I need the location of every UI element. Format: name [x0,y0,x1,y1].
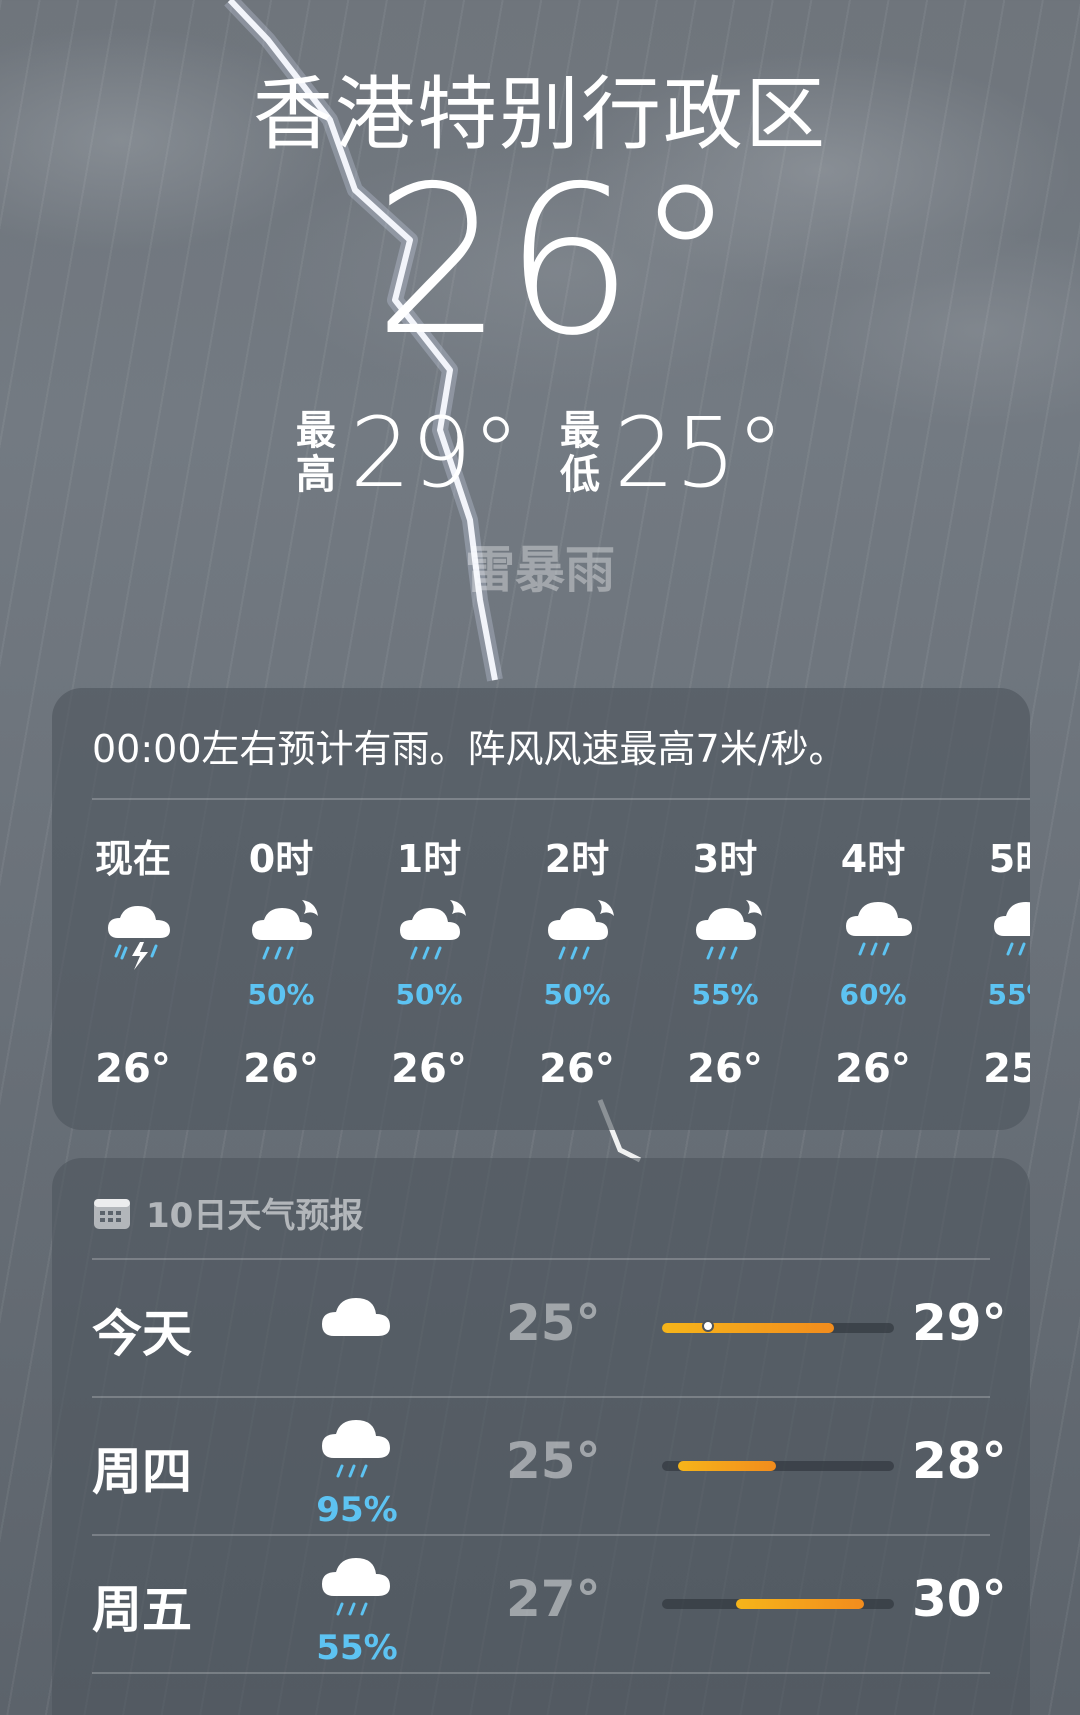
high-label-char-2: 高 [295,452,336,498]
high-temperature: 29° [349,397,520,509]
low-label-char-1: 最 [560,408,600,454]
moon-cloud-rain-icon [696,900,762,960]
hour-label: 3时 [692,837,758,881]
hour-label: 2时 [544,837,610,881]
day-precip-prob: 55% [316,1628,398,1668]
hourly-summary: 00:00左右预计有雨。阵风风速最高7米/秒。 [92,727,847,771]
day-name: 今天 [92,1305,192,1363]
hourly-forecast-card[interactable]: 00:00左右预计有雨。阵风风速最高7米/秒。 现在 26° 0时 50% 26… [52,688,1030,1130]
low-temperature: 25° [614,397,785,509]
hour-label: 4时 [840,837,906,881]
hour-temp: 26° [95,1046,171,1092]
moon-cloud-rain-icon [400,900,466,960]
hour-precip-prob: 50% [395,978,463,1011]
high-label-char-1: 最 [295,408,336,454]
hour-label: 现在 [94,837,171,881]
low-group: 最低 25° [560,405,784,501]
thunderstorm-icon [108,906,170,970]
high-group: 最高 29° [296,405,520,501]
hour-item: 5时 55% 25° [980,828,1030,1128]
moon-cloud-rain-icon [252,900,318,960]
daily-forecast-title: 10日天气预报 [146,1196,364,1236]
hour-temp: 26° [835,1046,911,1092]
cloud-rain-icon [846,902,912,956]
current-temperature: 26° [373,143,737,381]
hour-temp: 25° [983,1046,1030,1092]
hour-precip-prob: 50% [543,978,611,1011]
day-row[interactable]: 周四 95% 25° 28° [92,1398,1007,1536]
day-row[interactable]: 周五 55% 27° 30° [92,1536,1007,1674]
temp-range-fill [736,1599,864,1609]
divider [92,798,1030,800]
low-label: 最低 [560,409,600,497]
temp-range-bar [662,1320,894,1333]
hour-item: 现在 26° [92,828,240,1128]
temp-range-fill [678,1461,776,1471]
divider [92,1672,990,1674]
day-low-temp: 25° [506,1432,601,1490]
hourly-list[interactable]: 现在 26° 0时 50% 26° 1时 50% 26° 2时 50% 26° … [92,828,1030,1128]
hour-temp: 26° [539,1046,615,1092]
day-high-temp: 29° [912,1294,1007,1352]
high-low: 最高 29° 最低 25° [0,405,1080,501]
hour-label: 5时 [988,837,1030,881]
hour-item: 2时 50% 26° [536,828,684,1128]
moon-cloud-rain-icon [548,900,614,960]
condition-text: 雷暴雨 [465,541,615,599]
day-precip-prob: 95% [316,1490,398,1530]
day-high-temp: 30° [912,1570,1007,1628]
hour-item: 0时 50% 26° [240,828,388,1128]
hour-temp: 26° [391,1046,467,1092]
hour-precip-prob: 55% [691,978,759,1011]
daily-forecast-card[interactable]: 10日天气预报 今天 25° 29° 周四 95% 25° 28° 周五 55%… [52,1158,1030,1715]
hour-item: 1时 50% 26° [388,828,536,1128]
day-low-temp: 25° [506,1294,601,1352]
cloud-rain-icon [994,902,1030,956]
hour-item: 4时 60% 26° [832,828,980,1128]
hour-precip-prob: 50% [247,978,315,1011]
temp-range-bar [662,1461,894,1471]
cloud-rain-icon [322,1420,390,1478]
cloud-icon [322,1298,390,1336]
temp-range-bar [662,1599,894,1609]
hour-temp: 26° [243,1046,319,1092]
hour-item: 3时 55% 26° [684,828,832,1128]
hour-temp: 26° [687,1046,763,1092]
cloud-rain-icon [322,1558,390,1616]
day-name: 周四 [92,1443,192,1501]
day-high-temp: 28° [912,1432,1007,1490]
hour-precip-prob: 60% [839,978,907,1011]
day-low-temp: 27° [506,1570,601,1628]
low-label-char-2: 低 [560,452,600,498]
daily-forecast-header: 10日天气预报 [92,1188,363,1237]
hour-precip-prob: 55% [987,978,1030,1011]
hour-label: 0时 [248,837,314,881]
calendar-icon [94,1198,130,1229]
day-row[interactable]: 今天 25° 29° [92,1260,1007,1398]
hour-label: 1时 [396,837,462,881]
high-label: 最高 [296,409,336,497]
day-name: 周五 [92,1581,192,1639]
temp-range-fill [662,1323,834,1333]
